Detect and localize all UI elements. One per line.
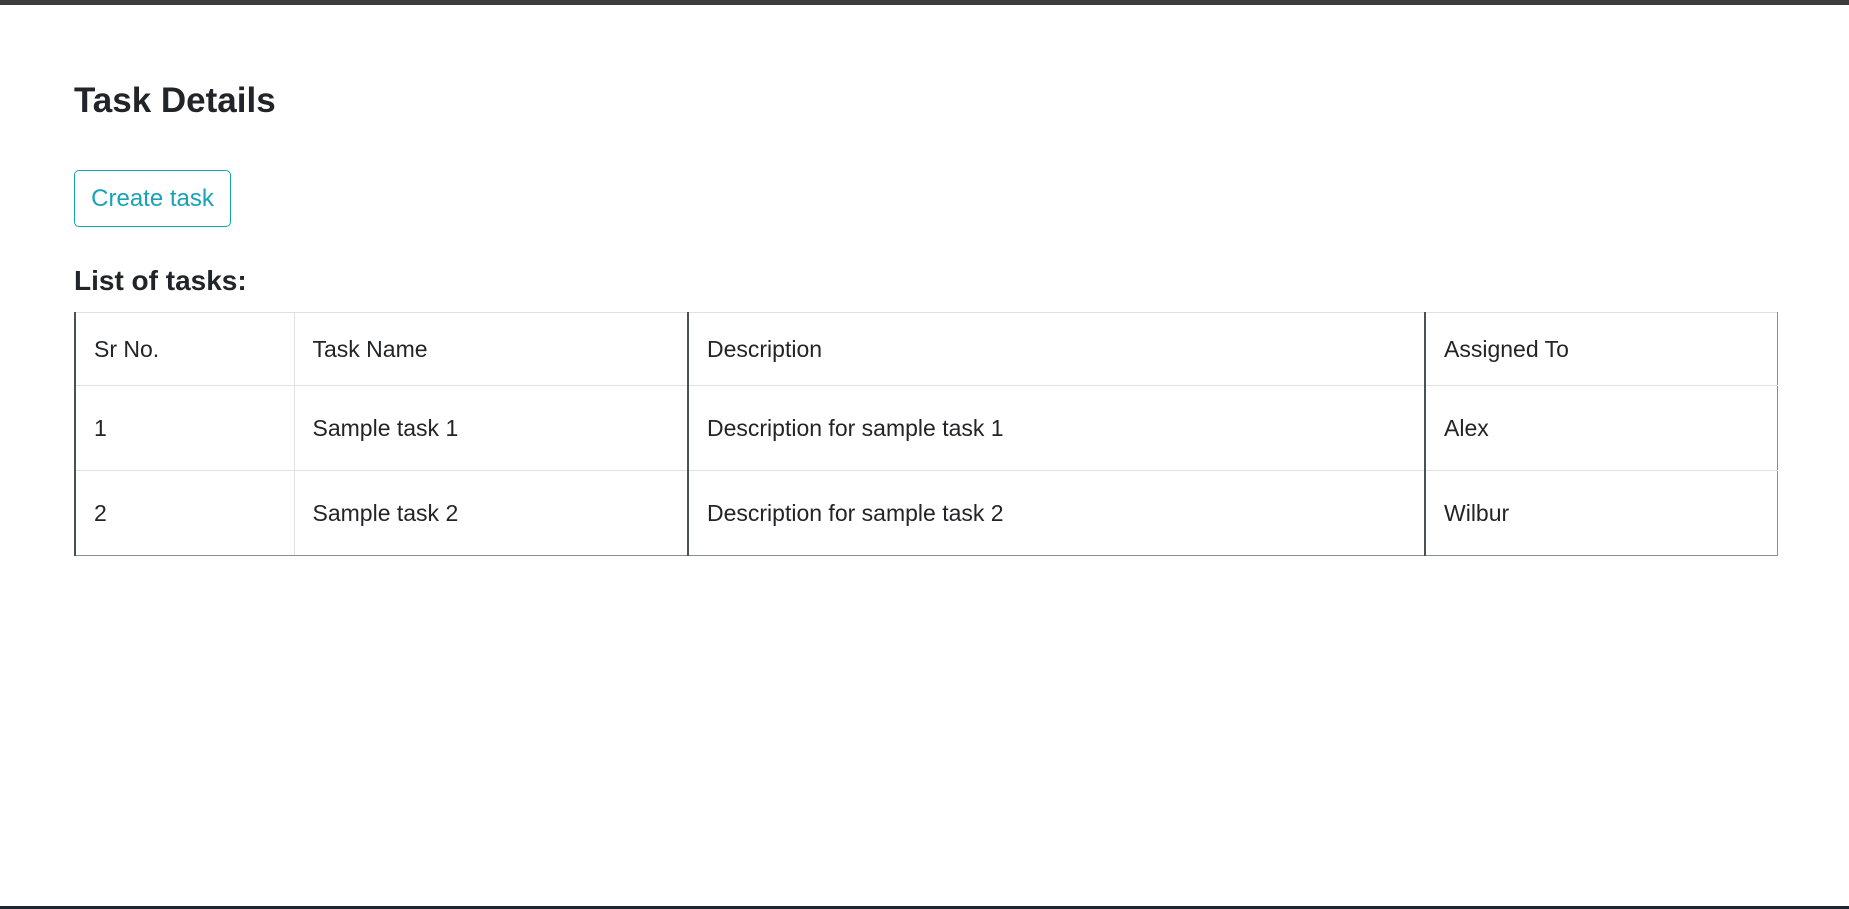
tasks-list-heading: List of tasks: [74,265,247,296]
cell-assigned-to: Alex [1424,385,1778,471]
table-row: 1 Sample task 1 Description for sample t… [74,385,1778,471]
column-header-task-name: Task Name [293,312,689,386]
cell-sr-no: 2 [74,470,295,556]
cell-sr-no: 1 [74,385,295,471]
table-header-row: Sr No. Task Name Description Assigned To [74,312,1778,386]
table-row: 2 Sample task 2 Description for sample t… [74,470,1778,556]
cell-assigned-to: Wilbur [1424,470,1778,556]
tasks-table: Sr No. Task Name Description Assigned To… [74,312,1778,556]
cell-task-name: Sample task 2 [293,470,689,556]
cell-description: Description for sample task 1 [687,385,1426,471]
column-header-description: Description [687,312,1426,386]
page-title: Task Details [74,81,276,120]
cell-task-name: Sample task 1 [293,385,689,471]
column-header-assigned-to: Assigned To [1424,312,1778,386]
create-task-button[interactable]: Create task [74,170,231,227]
top-window-border [0,0,1849,5]
cell-description: Description for sample task 2 [687,470,1426,556]
column-header-sr-no: Sr No. [74,312,295,386]
